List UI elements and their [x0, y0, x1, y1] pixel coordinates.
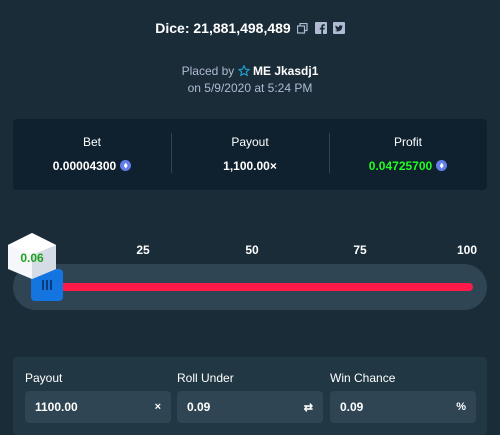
- result-value: 0.06: [20, 251, 44, 265]
- profit-value-row: 0.04725700: [368, 158, 448, 173]
- bet-value-row: 0.00004300: [52, 158, 132, 173]
- swap-icon[interactable]: ⇄: [304, 401, 313, 414]
- payout-field: Payout 1100.00 ×: [25, 371, 171, 423]
- handle-grip-line: [42, 280, 44, 290]
- star-icon: [237, 64, 250, 81]
- ethereum-icon: [120, 160, 132, 171]
- payout-label: Payout: [231, 134, 269, 149]
- win-chance-label: Win Chance: [330, 371, 396, 385]
- username-link[interactable]: ME Jkasdj1: [253, 64, 318, 78]
- placed-date: on 5/9/2020 at 5:24 PM: [187, 81, 313, 95]
- payout-field-label: Payout: [25, 371, 63, 385]
- placed-by-info: Placed by ME Jkasdj1 on 5/9/2020 at 5:24…: [0, 64, 500, 96]
- twitter-icon[interactable]: [332, 22, 345, 34]
- copy-icon[interactable]: [297, 22, 309, 34]
- bet-label: Bet: [82, 134, 101, 149]
- multiplier-icon: ×: [154, 401, 161, 413]
- slider-ticks: 25 50 75 100: [0, 243, 500, 257]
- payout-stat: Payout 1,100.00×: [171, 132, 329, 175]
- bet-title-row: Dice: 21,881,498,489: [0, 20, 500, 36]
- payout-value: 1,100.00×: [223, 158, 277, 173]
- percent-icon: %: [456, 401, 466, 413]
- profit-value: 0.04725700: [368, 158, 433, 173]
- bet-controls-panel: Payout 1100.00 × Roll Under 0.09 ⇄ Win C…: [13, 357, 487, 435]
- slider-tick: 100: [456, 243, 478, 257]
- facebook-icon[interactable]: [314, 22, 327, 34]
- handle-grip-line: [46, 280, 48, 290]
- win-chance-value: 0.09: [340, 400, 364, 414]
- win-chance-input[interactable]: 0.09 %: [330, 391, 476, 423]
- slider-tick: 75: [353, 243, 367, 257]
- bet-stats-panel: Bet 0.00004300 Payout 1,100.00× Profit 0…: [13, 119, 487, 190]
- handle-grip-line: [50, 280, 52, 290]
- slider-tick: 25: [136, 243, 150, 257]
- slider-tick: 50: [245, 243, 259, 257]
- profit-label: Profit: [393, 134, 422, 149]
- roll-under-label: Roll Under: [177, 371, 234, 385]
- roll-under-value: 0.09: [187, 400, 211, 414]
- roll-under-input[interactable]: 0.09 ⇄: [177, 391, 323, 423]
- bet-title: Dice: 21,881,498,489: [155, 20, 291, 36]
- bet-stat: Bet 0.00004300: [13, 135, 171, 175]
- roll-under-field: Roll Under 0.09 ⇄: [177, 371, 323, 423]
- placed-by-prefix: Placed by: [181, 64, 235, 78]
- payout-value-row: 1,100.00×: [223, 159, 277, 173]
- profit-stat: Profit 0.04725700: [329, 132, 487, 175]
- bet-value: 0.00004300: [52, 158, 117, 173]
- slider-range-bar: [38, 283, 473, 291]
- win-chance-field: Win Chance 0.09 %: [330, 371, 476, 423]
- payout-input[interactable]: 1100.00 ×: [25, 391, 171, 423]
- ethereum-icon: [436, 160, 448, 171]
- payout-input-value: 1100.00: [35, 400, 78, 414]
